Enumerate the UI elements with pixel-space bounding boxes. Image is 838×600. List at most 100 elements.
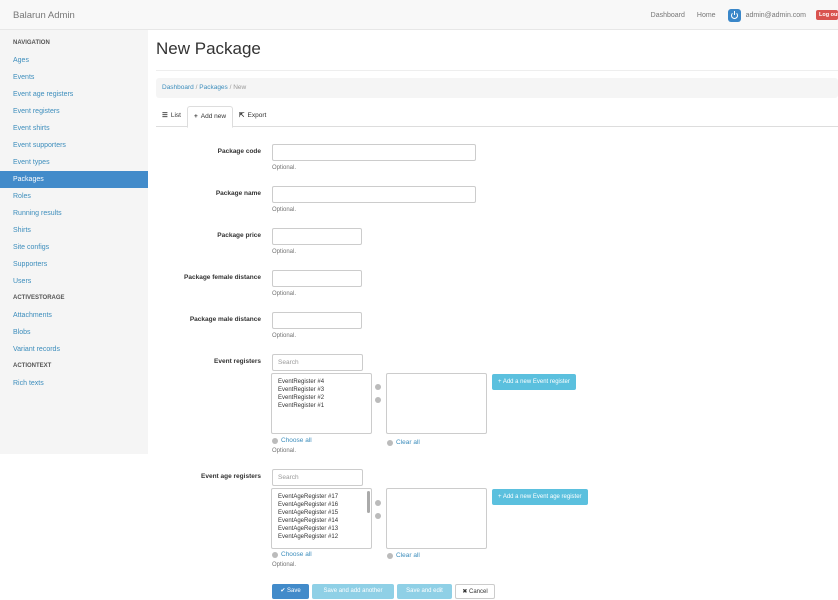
sidebar-item-packages[interactable]: Packages	[0, 171, 148, 188]
package-male-distance-input[interactable]	[272, 312, 362, 329]
tab-add-new[interactable]: + Add new	[186, 106, 234, 128]
list-item[interactable]: EventAgeRegister #16	[278, 501, 365, 509]
package-price-label: Package price	[217, 232, 261, 239]
event-registers-help: Optional.	[272, 448, 297, 454]
move-right-icon[interactable]	[375, 384, 381, 390]
save-button[interactable]: ✔ Save	[272, 584, 309, 599]
package-price-input[interactable]	[272, 228, 362, 245]
add-event-register-button[interactable]: + Add a new Event register	[492, 374, 576, 390]
breadcrumb-packages[interactable]: Packages	[199, 84, 228, 91]
sidebar-item-variant-records[interactable]: Variant records	[0, 341, 148, 358]
package-code-input[interactable]	[272, 144, 476, 161]
event-age-registers-available-list[interactable]: EventAgeRegister #17 EventAgeRegister #1…	[271, 488, 372, 549]
sidebar-item-ages[interactable]: Ages	[0, 52, 148, 69]
tab-list[interactable]: ☰ List	[156, 106, 187, 126]
package-female-distance-help: Optional.	[272, 291, 297, 297]
choose-all-label: Choose all	[281, 551, 312, 558]
package-name-input[interactable]	[272, 186, 476, 203]
list-item[interactable]: EventRegister #1	[278, 402, 365, 410]
package-female-distance-input[interactable]	[272, 270, 362, 287]
sidebar-heading-navigation: NAVIGATION	[13, 40, 50, 46]
tab-export-label: Export	[247, 112, 267, 119]
event-age-registers-selected-list[interactable]	[386, 488, 487, 549]
event-age-registers-help: Optional.	[272, 562, 297, 568]
sidebar-item-event-age-registers[interactable]: Event age registers	[0, 86, 148, 103]
list-item[interactable]: EventAgeRegister #15	[278, 509, 365, 517]
sidebar-item-blobs[interactable]: Blobs	[0, 324, 148, 341]
nav-dashboard-link[interactable]: Dashboard	[651, 12, 685, 19]
event-registers-label: Event registers	[214, 358, 261, 365]
list-item[interactable]: EventAgeRegister #12	[278, 533, 365, 541]
list-item[interactable]: EventRegister #3	[278, 386, 365, 394]
power-icon	[727, 8, 741, 22]
breadcrumb: Dashboard / Packages / New	[156, 78, 838, 98]
main-content: New Package Dashboard / Packages / New ☰…	[156, 30, 838, 599]
list-item[interactable]: EventRegister #4	[278, 378, 365, 386]
sidebar-heading-actiontext: ACTIONTEXT	[13, 363, 52, 369]
package-code-help: Optional.	[272, 165, 297, 171]
top-navbar: Balarun Admin Dashboard Home admin@admin…	[0, 0, 838, 30]
tab-export[interactable]: ⇱ Export	[233, 106, 272, 126]
package-price-help: Optional.	[272, 249, 297, 255]
package-female-distance-label: Package female distance	[184, 274, 261, 281]
sidebar-item-running-results[interactable]: Running results	[0, 205, 148, 222]
event-age-registers-label: Event age registers	[201, 473, 261, 480]
clear-all-label: Clear all	[396, 552, 420, 559]
event-age-registers-choose-all[interactable]: Choose all	[272, 551, 312, 558]
event-registers-clear-all[interactable]: Clear all	[387, 439, 420, 446]
sidebar-item-event-supporters[interactable]: Event supporters	[0, 137, 148, 154]
logout-button[interactable]: Log out	[816, 10, 838, 20]
sidebar-item-supporters[interactable]: Supporters	[0, 256, 148, 273]
list-item[interactable]: EventRegister #2	[278, 394, 365, 402]
save-and-edit-button[interactable]: Save and edit	[397, 584, 452, 599]
brand-link[interactable]: Balarun Admin	[13, 10, 75, 21]
top-nav-links: Dashboard Home admin@admin.com Log out	[651, 0, 838, 30]
tab-list-label: List	[170, 112, 181, 119]
package-male-distance-help: Optional.	[272, 333, 297, 339]
sidebar-item-attachments[interactable]: Attachments	[0, 307, 148, 324]
event-registers-choose-all[interactable]: Choose all	[272, 437, 312, 444]
move-left-icon[interactable]	[375, 513, 381, 519]
sidebar-item-rich-texts[interactable]: Rich texts	[0, 375, 148, 392]
choose-all-icon	[272, 437, 278, 444]
package-code-label: Package code	[217, 148, 261, 155]
choose-all-label: Choose all	[281, 437, 312, 444]
clear-all-label: Clear all	[396, 439, 420, 446]
breadcrumb-dashboard[interactable]: Dashboard	[162, 84, 194, 91]
tab-add-new-label: Add new	[200, 113, 227, 120]
save-and-add-another-button[interactable]: Save and add another	[312, 584, 394, 599]
list-item[interactable]: EventAgeRegister #13	[278, 525, 365, 533]
list-item[interactable]: EventAgeRegister #14	[278, 517, 365, 525]
move-left-icon[interactable]	[375, 397, 381, 403]
breadcrumb-new: New	[233, 84, 247, 91]
event-registers-selected-list[interactable]	[386, 373, 487, 434]
sidebar: NAVIGATION Ages Events Event age registe…	[0, 30, 148, 454]
move-right-icon[interactable]	[375, 500, 381, 506]
title-divider	[156, 70, 838, 71]
list-icon: ☰	[162, 112, 168, 119]
sidebar-item-event-types[interactable]: Event types	[0, 154, 148, 171]
event-age-registers-search[interactable]: Search	[272, 469, 363, 486]
list-item[interactable]: EventAgeRegister #17	[278, 493, 365, 501]
sidebar-item-event-shirts[interactable]: Event shirts	[0, 120, 148, 137]
event-registers-available-list[interactable]: EventRegister #4 EventRegister #3 EventR…	[271, 373, 372, 434]
package-name-label: Package name	[215, 190, 261, 197]
plus-icon: +	[193, 113, 198, 120]
page-title: New Package	[156, 39, 261, 58]
list-scrollbar[interactable]	[367, 491, 370, 513]
sidebar-item-shirts[interactable]: Shirts	[0, 222, 148, 239]
cancel-button[interactable]: ✖ Cancel	[455, 584, 495, 599]
event-age-registers-clear-all[interactable]: Clear all	[387, 552, 420, 559]
user-email-link[interactable]: admin@admin.com	[746, 12, 806, 19]
event-registers-search[interactable]: Search	[272, 354, 363, 371]
sidebar-item-users[interactable]: Users	[0, 273, 148, 290]
nav-home-link[interactable]: Home	[697, 12, 716, 19]
sidebar-heading-activestorage: ACTIVESTORAGE	[13, 295, 65, 301]
sidebar-item-roles[interactable]: Roles	[0, 188, 148, 205]
sidebar-item-events[interactable]: Events	[0, 69, 148, 86]
package-name-help: Optional.	[272, 207, 297, 213]
add-event-age-register-button[interactable]: + Add a new Event age register	[492, 489, 588, 505]
sidebar-item-site-configs[interactable]: Site configs	[0, 239, 148, 256]
sidebar-item-event-registers[interactable]: Event registers	[0, 103, 148, 120]
export-icon: ⇱	[239, 112, 245, 119]
